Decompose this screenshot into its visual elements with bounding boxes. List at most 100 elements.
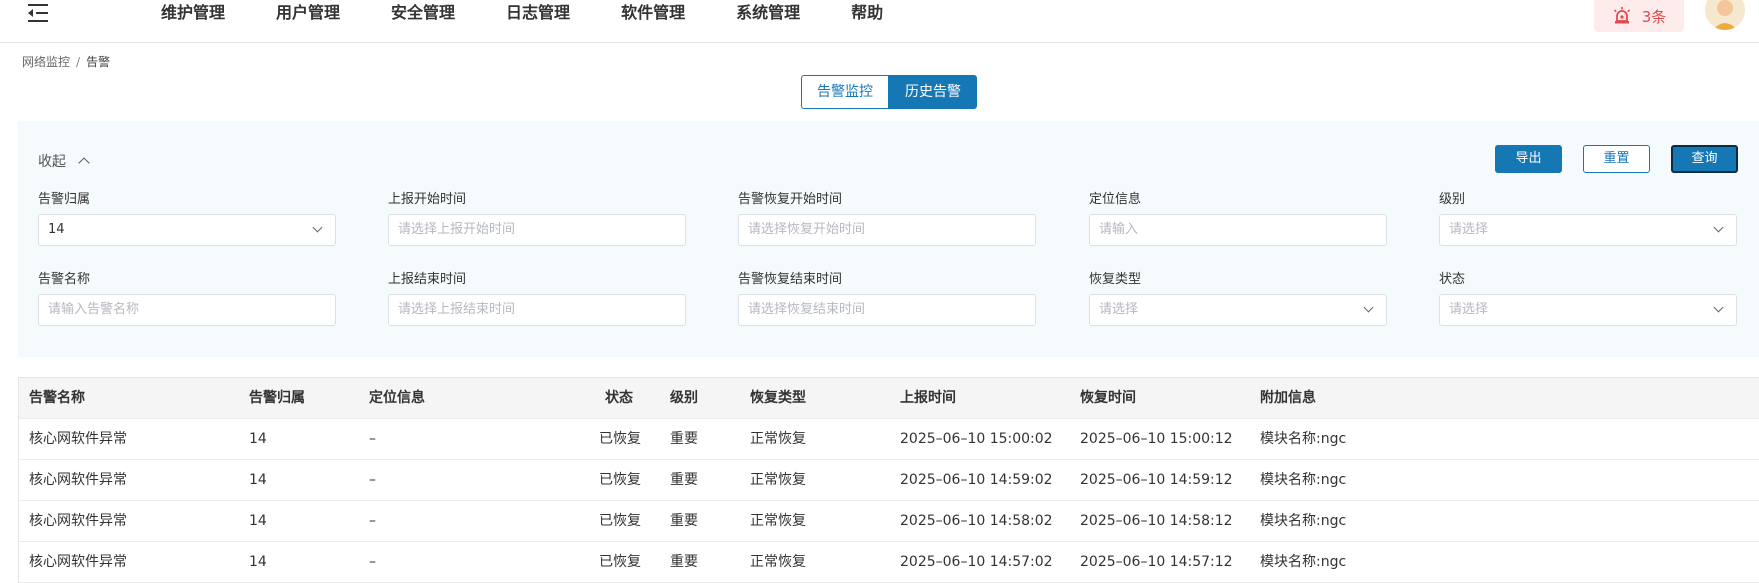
recover-end-label: 告警恢复结束时间 xyxy=(738,272,843,287)
location-input[interactable]: 请输入 xyxy=(1089,214,1387,246)
name-label: 告警名称 xyxy=(38,272,91,287)
status-label: 状态 xyxy=(1439,272,1466,287)
table-row[interactable]: 核心网软件异常 14 – 已恢复 重要 正常恢复 2025–06–10 14:58:02 20… xyxy=(19,501,1759,542)
breadcrumb: 网络监控 / 告警 xyxy=(22,53,110,70)
col-header-status[interactable]: 状态 xyxy=(605,378,633,419)
chevron-up-icon xyxy=(78,157,90,169)
report-end-label: 上报结束时间 xyxy=(388,272,467,287)
table-row[interactable]: 核心网软件异常 14 – 已恢复 重要 正常恢复 2025–06–10 14:59:02 20… xyxy=(19,460,1759,501)
top-bar: 维护管理 用户管理 安全管理 日志管理 软件管理 系统管理 帮助 3条 xyxy=(0,0,1759,43)
nav-item-system[interactable]: 系统管理 xyxy=(736,0,800,26)
table-header: 告警名称 告警归属 定位信息 状态 级别 恢复类型 上报时间 恢复时间 附加信息 xyxy=(19,378,1759,419)
recover-type-placeholder: 请选择 xyxy=(1099,302,1139,317)
report-start-picker[interactable]: 请选择上报开始时间 xyxy=(388,214,686,246)
recover-start-picker[interactable]: 请选择恢复开始时间 xyxy=(738,214,1036,246)
filter-panel: 收起 导出 重置 查询 告警归属 上报开始时间 告警恢复开始时间 定位信息 级别… xyxy=(18,121,1759,357)
cell-status: 已恢复 xyxy=(599,554,641,570)
chevron-down-icon xyxy=(1363,302,1374,313)
cell-recover-type: 正常恢复 xyxy=(750,431,806,447)
main-nav: 维护管理 用户管理 安全管理 日志管理 软件管理 系统管理 帮助 xyxy=(161,0,934,26)
tab-alarm-monitor[interactable]: 告警监控 xyxy=(801,75,889,109)
export-button[interactable]: 导出 xyxy=(1495,145,1562,173)
cell-owner: 14 xyxy=(249,472,267,488)
col-header-recover-type[interactable]: 恢复类型 xyxy=(750,378,806,419)
cell-recover-type: 正常恢复 xyxy=(750,472,806,488)
table-row[interactable]: 核心网软件异常 14 – 已恢复 重要 正常恢复 2025–06–10 15:00:02 20… xyxy=(19,419,1759,460)
cell-report-time: 2025–06–10 15:00:02 xyxy=(900,431,1053,447)
collapse-label: 收起 xyxy=(38,154,66,170)
nav-item-maintenance[interactable]: 维护管理 xyxy=(161,0,225,26)
nav-item-users[interactable]: 用户管理 xyxy=(276,0,340,26)
cell-name: 核心网软件异常 xyxy=(29,472,127,488)
table-body: 核心网软件异常 14– 已恢复 重要 正常恢复 2025–06–10 15:00:02 20… xyxy=(19,419,1759,583)
alarm-tabs: 告警监控 历史告警 xyxy=(801,75,977,109)
report-end-picker[interactable]: 请选择上报结束时间 xyxy=(388,294,686,326)
cell-owner: 14 xyxy=(249,431,267,447)
cell-status: 已恢复 xyxy=(599,431,641,447)
nav-item-logs[interactable]: 日志管理 xyxy=(506,0,570,26)
cell-owner: 14 xyxy=(249,513,267,529)
breadcrumb-parent[interactable]: 网络监控 xyxy=(22,55,70,69)
reset-button[interactable]: 重置 xyxy=(1583,145,1650,173)
cell-level: 重要 xyxy=(670,431,698,447)
alarm-count: 3条 xyxy=(1641,7,1667,26)
alarm-name-input[interactable]: 请输入告警名称 xyxy=(38,294,336,326)
cell-extra: 模块名称:ngc xyxy=(1260,554,1347,570)
cell-recover-time: 2025–06–10 14:59:12 xyxy=(1080,472,1233,488)
level-placeholder: 请选择 xyxy=(1449,222,1489,237)
col-header-location[interactable]: 定位信息 xyxy=(369,378,425,419)
avatar[interactable] xyxy=(1705,0,1745,30)
cell-recover-time: 2025–06–10 14:58:12 xyxy=(1080,513,1233,529)
recover-end-picker[interactable]: 请选择恢复结束时间 xyxy=(738,294,1036,326)
collapse-toggle[interactable]: 收起 xyxy=(38,151,90,171)
level-label: 级别 xyxy=(1439,192,1466,207)
table-row[interactable]: 核心网软件异常 14 – 已恢复 重要 正常恢复 2025–06–10 14:57:02 20… xyxy=(19,542,1759,583)
recover-type-label: 恢复类型 xyxy=(1089,272,1142,287)
nav-item-security[interactable]: 安全管理 xyxy=(391,0,455,26)
breadcrumb-current: 告警 xyxy=(86,55,111,69)
cell-status: 已恢复 xyxy=(599,472,641,488)
cell-level: 重要 xyxy=(670,472,698,488)
cell-report-time: 2025–06–10 14:59:02 xyxy=(900,472,1053,488)
nav-item-software[interactable]: 软件管理 xyxy=(621,0,685,26)
chevron-down-icon xyxy=(312,222,323,233)
status-placeholder: 请选择 xyxy=(1449,302,1489,317)
chevron-down-icon xyxy=(1713,222,1724,233)
cell-status: 已恢复 xyxy=(599,513,641,529)
cell-recover-type: 正常恢复 xyxy=(750,513,806,529)
col-header-owner[interactable]: 告警归属 xyxy=(249,378,305,419)
cell-name: 核心网软件异常 xyxy=(29,554,127,570)
report-start-label: 上报开始时间 xyxy=(388,192,467,207)
tab-alarm-history[interactable]: 历史告警 xyxy=(889,75,977,109)
chevron-down-icon xyxy=(1713,302,1724,313)
cell-location: – xyxy=(369,431,376,447)
owner-select[interactable]: 14 xyxy=(38,214,336,246)
user-avatar-icon xyxy=(1705,0,1745,30)
col-header-name[interactable]: 告警名称 xyxy=(29,378,85,419)
status-select[interactable]: 请选择 xyxy=(1439,294,1737,326)
col-header-level[interactable]: 级别 xyxy=(670,378,698,419)
col-header-report-time[interactable]: 上报时间 xyxy=(900,378,956,419)
col-header-recover-time[interactable]: 恢复时间 xyxy=(1080,378,1136,419)
alarm-badge[interactable]: 3条 xyxy=(1594,0,1684,32)
recover-start-label: 告警恢复开始时间 xyxy=(738,192,843,207)
cell-extra: 模块名称:ngc xyxy=(1260,513,1347,529)
owner-label: 告警归属 xyxy=(38,192,91,207)
cell-recover-time: 2025–06–10 15:00:12 xyxy=(1080,431,1233,447)
cell-name: 核心网软件异常 xyxy=(29,431,127,447)
alarm-history-table: 告警名称 告警归属 定位信息 状态 级别 恢复类型 上报时间 恢复时间 附加信息… xyxy=(18,377,1759,583)
nav-item-help[interactable]: 帮助 xyxy=(851,0,883,26)
location-label: 定位信息 xyxy=(1089,192,1142,207)
owner-value: 14 xyxy=(48,222,65,237)
cell-location: – xyxy=(369,554,376,570)
cell-level: 重要 xyxy=(670,513,698,529)
cell-name: 核心网软件异常 xyxy=(29,513,127,529)
query-button[interactable]: 查询 xyxy=(1671,145,1738,173)
menu-collapse-icon[interactable] xyxy=(28,4,52,22)
col-header-extra[interactable]: 附加信息 xyxy=(1260,378,1316,419)
recover-type-select[interactable]: 请选择 xyxy=(1089,294,1387,326)
cell-extra: 模块名称:ngc xyxy=(1260,431,1347,447)
cell-level: 重要 xyxy=(670,554,698,570)
cell-recover-type: 正常恢复 xyxy=(750,554,806,570)
level-select[interactable]: 请选择 xyxy=(1439,214,1737,246)
